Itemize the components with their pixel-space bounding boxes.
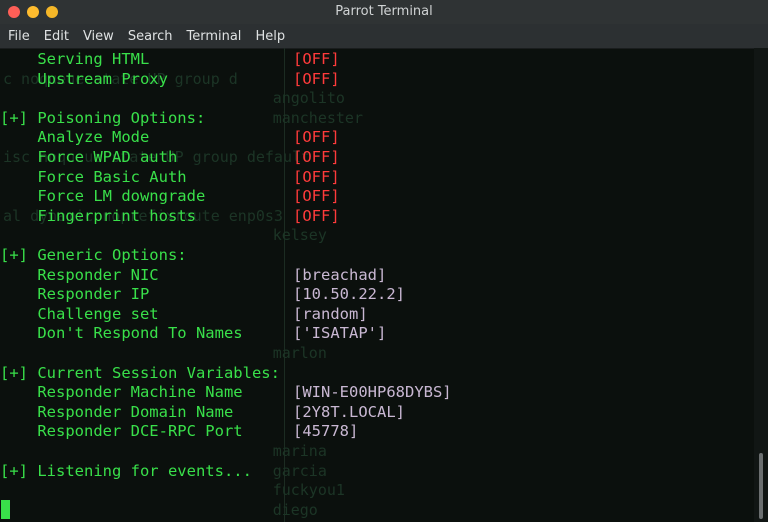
menu-view[interactable]: View — [77, 29, 120, 44]
terminal-line: Responder DCE-RPC Port [45778] — [0, 421, 358, 441]
terminal-line: Force Basic Auth [OFF] — [0, 167, 339, 187]
option-label: Responder DCE-RPC Port — [0, 422, 243, 441]
option-label: Fingerprint hosts — [0, 206, 196, 225]
scrollbar[interactable] — [754, 48, 768, 522]
background-text: marina — [272, 442, 327, 460]
option-value: [2Y8T.LOCAL] — [293, 402, 405, 421]
background-text: marlon — [272, 344, 327, 362]
option-value: ['ISATAP'] — [293, 324, 387, 343]
option-label: [+] Generic Options: — [0, 246, 187, 264]
option-label: [+] Poisoning Options: — [0, 108, 206, 127]
option-value: [breachad] — [293, 265, 387, 284]
terminal-window: Parrot Terminal File Edit View Search Te… — [0, 0, 768, 522]
option-label: Responder IP — [0, 285, 150, 304]
option-value: [OFF] — [293, 69, 340, 88]
option-value: [OFF] — [293, 148, 340, 166]
terminal-output[interactable]: c noqueue state UP group d angolito manche… — [0, 48, 754, 522]
option-label: Force Basic Auth — [0, 167, 187, 186]
option-label: Responder Domain Name — [0, 402, 234, 421]
background-text: garcia — [272, 461, 327, 480]
option-value: [OFF] — [293, 50, 340, 68]
option-label: Force WPAD auth — [0, 148, 178, 166]
terminal-line: [+] Listening for events... — [0, 461, 252, 481]
terminal-line: [+] Poisoning Options: — [0, 108, 205, 128]
terminal-line: Upstream Proxy [OFF] — [0, 69, 339, 89]
background-text: angolito — [272, 89, 345, 108]
menu-search[interactable]: Search — [122, 29, 179, 44]
option-value: [random] — [293, 304, 368, 323]
terminal-line: Challenge set [random] — [0, 304, 367, 324]
text-cursor — [1, 500, 10, 519]
option-label: Analyze Mode — [0, 128, 150, 147]
background-text: diego — [272, 500, 318, 519]
option-label: Responder Machine Name — [0, 383, 243, 402]
terminal-line: Responder Machine Name [WIN-E00HP68DYBS] — [0, 382, 451, 402]
background-text: fuckyou1 — [272, 481, 345, 500]
option-label: Challenge set — [0, 304, 159, 323]
menu-edit[interactable]: Edit — [38, 29, 75, 44]
terminal-line: Don't Respond To Names ['ISATAP'] — [0, 323, 386, 343]
option-value: [OFF] — [293, 167, 340, 186]
option-label: [+] Listening for events... — [0, 461, 252, 480]
terminal-line: [+] Current Session Variables: — [0, 363, 280, 383]
window-title: Parrot Terminal — [335, 4, 433, 19]
terminal-line: Fingerprint hosts [OFF] — [0, 206, 339, 226]
option-label: Serving HTML — [0, 50, 150, 68]
option-value: [OFF] — [293, 128, 340, 147]
option-value: [OFF] — [293, 206, 340, 225]
terminal-line: Responder NIC [breachad] — [0, 265, 386, 285]
option-value: [45778] — [293, 422, 359, 441]
option-value: [WIN-E00HP68DYBS] — [293, 383, 452, 402]
option-value: [OFF] — [293, 187, 340, 206]
option-label: Responder NIC — [0, 265, 159, 284]
background-text: kelsey — [272, 226, 327, 245]
option-label: Don't Respond To Names — [0, 324, 243, 343]
option-label: [+] Current Session Variables: — [0, 363, 280, 382]
terminal-line: Responder Domain Name [2Y8T.LOCAL] — [0, 402, 405, 422]
title-bar: Parrot Terminal — [0, 0, 768, 24]
scrollbar-thumb[interactable] — [759, 453, 763, 519]
option-value: [10.50.22.2] — [293, 285, 405, 304]
option-label: Upstream Proxy — [0, 69, 168, 88]
terminal-line: Force WPAD auth [OFF] — [0, 147, 339, 167]
option-label: Force LM downgrade — [0, 187, 206, 206]
terminal-line: Responder IP [10.50.22.2] — [0, 284, 405, 304]
terminal-line: Force LM downgrade [OFF] — [0, 186, 339, 206]
terminal-line: Serving HTML [OFF] — [0, 49, 339, 69]
menu-help[interactable]: Help — [249, 29, 291, 44]
menu-terminal[interactable]: Terminal — [180, 29, 247, 44]
menu-bar: File Edit View Search Terminal Help — [0, 24, 768, 49]
menu-file[interactable]: File — [2, 29, 36, 44]
terminal-line: Analyze Mode [OFF] — [0, 127, 339, 147]
terminal-line: [+] Generic Options: — [0, 245, 187, 265]
background-text: manchester — [272, 108, 363, 127]
